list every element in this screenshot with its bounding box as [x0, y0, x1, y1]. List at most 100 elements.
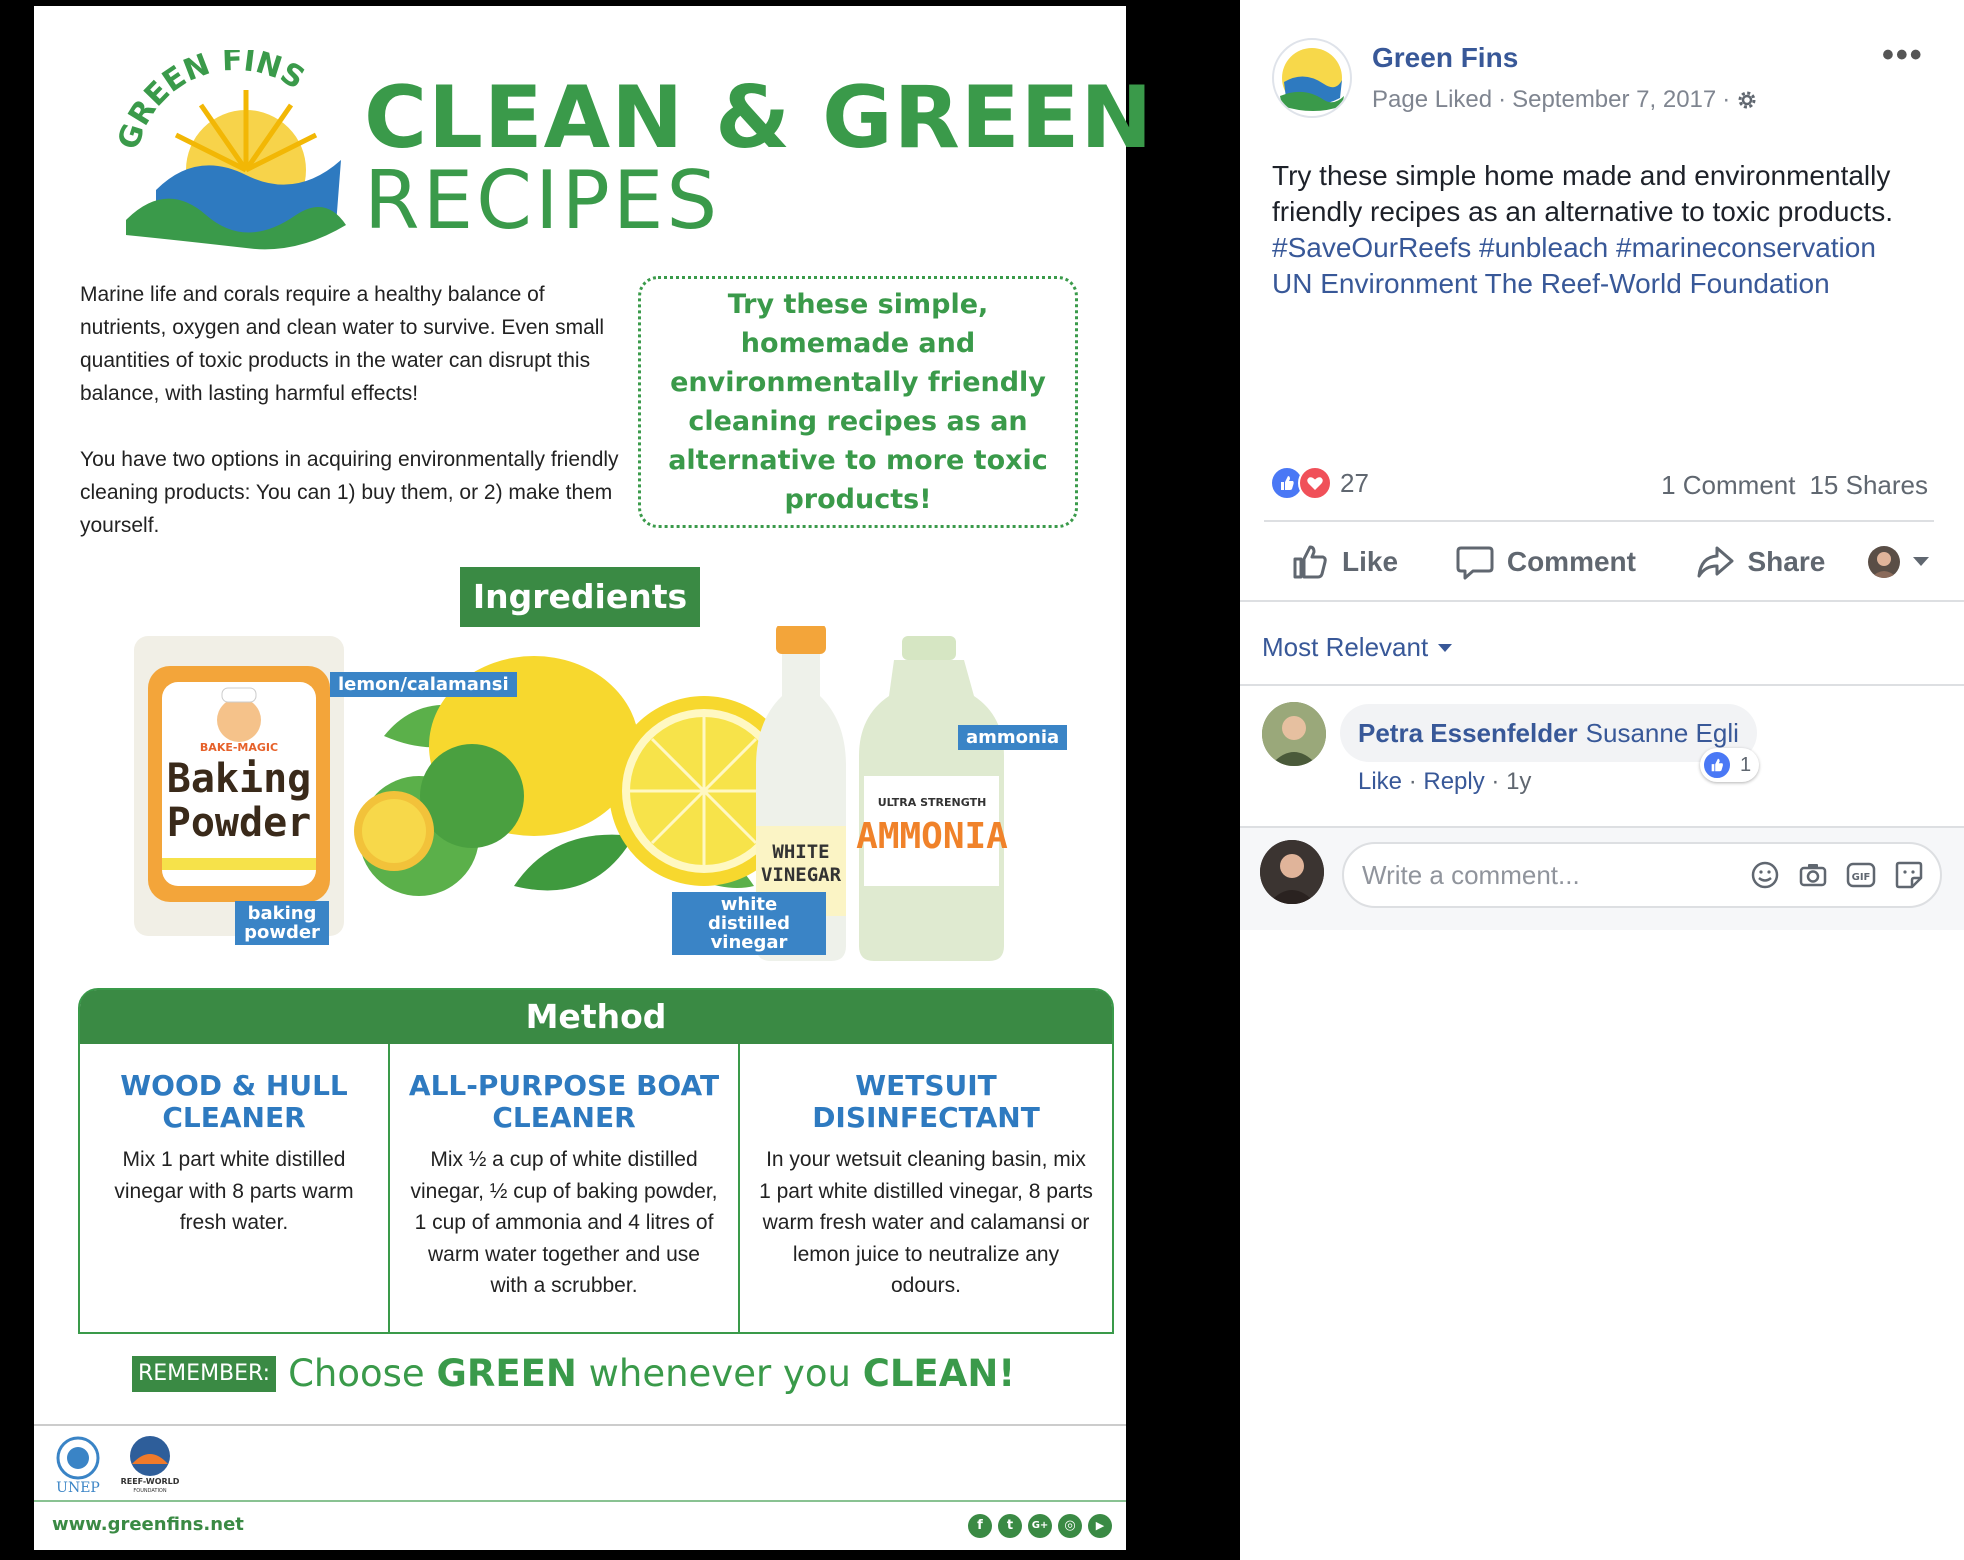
current-user-avatar [1260, 840, 1324, 904]
facebook-icon: f [968, 1514, 992, 1538]
svg-text:FOUNDATION: FOUNDATION [133, 1488, 166, 1494]
comment-reply-link[interactable]: Reply [1423, 768, 1484, 795]
gear-icon[interactable] [1736, 89, 1758, 111]
like-label: Like [1342, 546, 1399, 577]
method-text: Mix 1 part white distilled vinegar with … [114, 1148, 354, 1234]
svg-text:UNEP: UNEP [56, 1480, 100, 1494]
method-column-wetsuit: WETSUIT DISINFECTANT In your wetsuit cle… [740, 1044, 1112, 1332]
page-avatar[interactable] [1272, 38, 1352, 118]
method-title: WOOD & HULL CLEANER [120, 1069, 348, 1134]
ammonia-tag: ammonia [958, 725, 1068, 750]
svg-text:Powder: Powder [167, 800, 312, 846]
sticker-icon[interactable] [1892, 858, 1926, 892]
user-avatar [1868, 546, 1900, 578]
meta-separator: · [1722, 86, 1731, 113]
post-as-selector[interactable] [1868, 546, 1930, 578]
share-arrow-icon [1697, 546, 1734, 578]
intro-paragraph-2: You have two options in acquiring enviro… [80, 448, 619, 537]
poster-title-line2: RECIPES [364, 154, 721, 247]
baking-powder-tag: baking powder [235, 901, 329, 945]
comment-input-box[interactable]: GIF [1342, 842, 1942, 908]
shares-count-link[interactable]: 15 Shares [1809, 470, 1928, 500]
method-heading: Method [80, 990, 1112, 1044]
poster-callout: Try these simple, homemade and environme… [638, 276, 1078, 528]
comment-sort-dropdown[interactable]: Most Relevant [1262, 632, 1453, 663]
post-mentions[interactable]: UN Environment The Reef-World Foundation [1272, 268, 1830, 299]
white-distilled-vinegar-tag: white distilled vinegar [672, 892, 826, 955]
reaction-count: 27 [1340, 467, 1369, 498]
gif-icon[interactable]: GIF [1844, 858, 1878, 892]
comment-like-badge[interactable]: 1 [1700, 748, 1760, 782]
svg-text:ULTRA STRENGTH: ULTRA STRENGTH [878, 796, 987, 809]
comment-like-link[interactable]: Like [1358, 768, 1402, 795]
like-reaction-icon [1702, 750, 1732, 780]
comment-age[interactable]: 1y [1506, 768, 1531, 795]
comment-tagged-user-link[interactable]: Susanne Egli [1586, 718, 1739, 749]
youtube-icon: ▶ [1088, 1514, 1112, 1538]
svg-text:REEF-WORLD: REEF-WORLD [121, 1477, 180, 1486]
share-label: Share [1747, 546, 1826, 577]
comment-like-count: 1 [1740, 753, 1752, 776]
divider [1240, 600, 1964, 602]
comment-input-tools: GIF [1748, 858, 1926, 892]
comment-input[interactable] [1360, 858, 1724, 892]
post-actions: Like Comment Share [1290, 542, 1930, 582]
method-column-all-purpose: ALL-PURPOSE BOAT CLEANER Mix ½ a cup of … [390, 1044, 740, 1332]
comment-author-link[interactable]: Petra Essenfelder [1358, 718, 1578, 749]
poster-intro: Marine life and corals require a healthy… [80, 278, 620, 575]
divider [1264, 520, 1934, 522]
post-image-poster[interactable]: GREEN FINS CLEAN & GREEN RECIPES Marine … [34, 6, 1152, 1550]
like-button[interactable]: Like [1290, 542, 1445, 582]
post-sidebar: Green Fins Page Liked · September 7, 201… [1240, 0, 1964, 1560]
method-column-wood-hull: WOOD & HULL CLEANER Mix 1 part white dis… [80, 1044, 390, 1332]
sort-label: Most Relevant [1262, 632, 1429, 662]
instagram-icon: ◎ [1058, 1514, 1082, 1538]
post-hashtags[interactable]: #SaveOurReefs #unbleach #marineconservat… [1272, 232, 1876, 263]
post-date-link[interactable]: September 7, 2017 [1512, 86, 1716, 114]
ammonia-jug-illustration: ULTRA STRENGTH AMMONIA [856, 636, 1008, 961]
method-title: WETSUIT DISINFECTANT [812, 1069, 1040, 1134]
poster-footer-divider [34, 1424, 1126, 1426]
method-text: In your wetsuit cleaning basin, mix 1 pa… [759, 1148, 1093, 1297]
love-reaction-icon [1298, 466, 1332, 500]
page-name-link[interactable]: Green Fins [1372, 42, 1518, 74]
remember-text: Choose GREEN whenever you CLEAN! [288, 1352, 1016, 1395]
green-fins-logo: GREEN FINS [111, 50, 346, 250]
poster-title-line1: CLEAN & GREEN [364, 68, 1154, 168]
svg-text:AMMONIA: AMMONIA [856, 816, 1008, 857]
green-fins-avatar-icon [1280, 48, 1344, 111]
poster-footer-rule [34, 1500, 1126, 1502]
remember-tag: REMEMBER: [132, 1355, 277, 1392]
reactions-summary[interactable]: 27 [1270, 466, 1369, 500]
svg-text:WHITE: WHITE [772, 841, 829, 863]
unep-logo: UNEP [56, 1436, 100, 1494]
comment-bubble: Petra Essenfelder Susanne Egli [1340, 704, 1757, 762]
lemon-calamansi-tag: lemon/calamansi [330, 672, 517, 697]
reef-world-logo: REEF-WORLD FOUNDATION [121, 1436, 180, 1494]
divider [1240, 826, 1964, 828]
camera-icon[interactable] [1796, 858, 1830, 892]
ingredients-heading: Ingredients [460, 567, 700, 627]
svg-text:BAKE-MAGIC: BAKE-MAGIC [200, 741, 278, 754]
poster-website: www.greenfins.net [52, 1514, 244, 1535]
post-body: Try these simple home made and environme… [1272, 160, 1893, 227]
emoji-icon[interactable] [1748, 858, 1782, 892]
commenter-avatar[interactable] [1262, 702, 1326, 766]
share-button[interactable]: Share [1695, 542, 1860, 582]
comment-label: Comment [1506, 546, 1636, 577]
google-plus-icon: G+ [1028, 1514, 1052, 1538]
method-text: Mix ½ a cup of white distilled vinegar, … [410, 1148, 718, 1297]
post-meta: Page Liked · September 7, 2017 · [1372, 86, 1758, 114]
engagement-stats: 1 Comment 15 Shares [1661, 470, 1928, 501]
divider [1240, 684, 1964, 686]
more-options-button[interactable]: ••• [1882, 36, 1924, 75]
comments-count-link[interactable]: 1 Comment [1661, 470, 1795, 500]
comment-meta: Like · Reply · 1y [1358, 768, 1532, 795]
page-liked-status[interactable]: Page Liked [1372, 86, 1492, 114]
svg-text:Baking: Baking [167, 756, 312, 802]
meta-separator: · [1498, 86, 1507, 113]
intro-paragraph-1: Marine life and corals require a healthy… [80, 283, 605, 405]
thumbs-up-icon [1293, 545, 1327, 579]
comment-button[interactable]: Comment [1455, 542, 1678, 582]
post-text: Try these simple home made and environme… [1272, 158, 1922, 302]
